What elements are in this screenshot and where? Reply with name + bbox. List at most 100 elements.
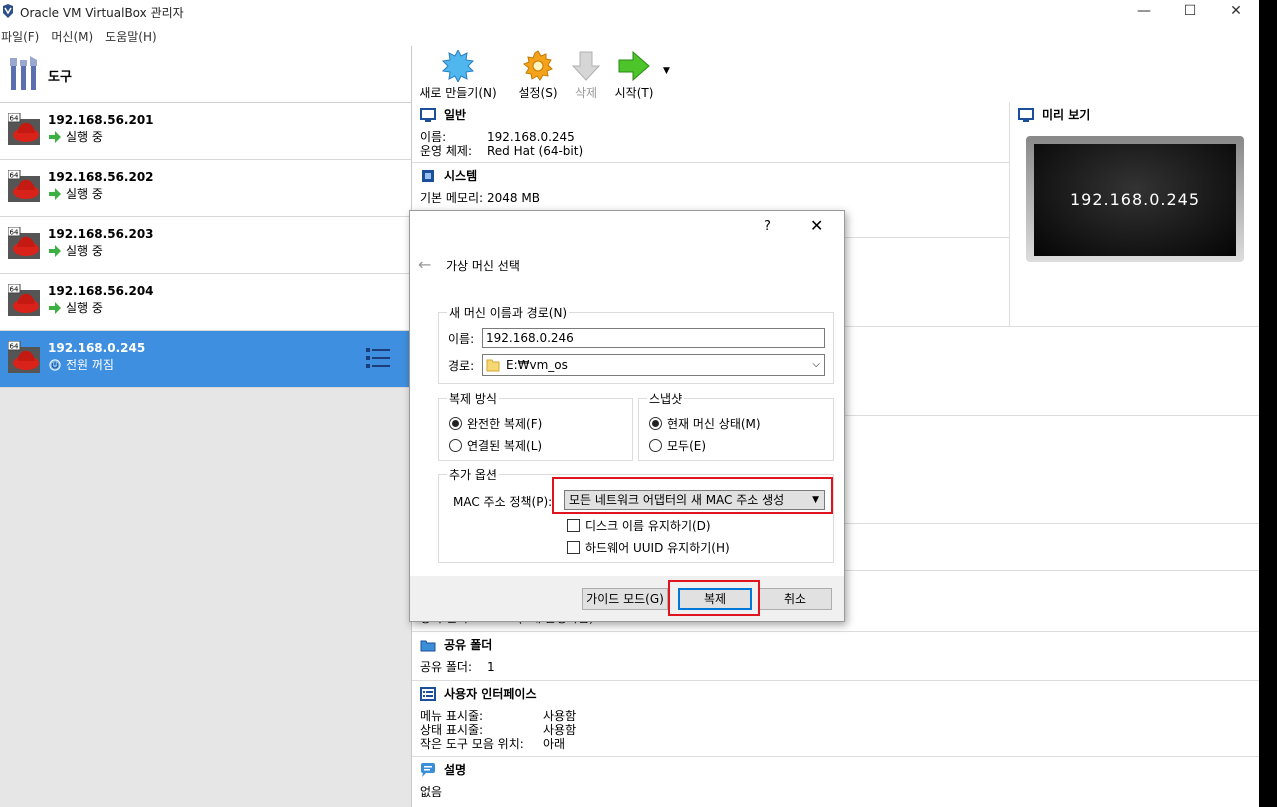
linked-clone-label: 연결된 복제(L) — [467, 439, 543, 453]
statusbar-value: 사용함 — [543, 723, 577, 737]
name-label: 이름: — [448, 332, 475, 346]
keep-disk-names-checkbox[interactable]: 디스크 이름 유지하기(D) — [567, 517, 711, 534]
general-section: 일반 이름: 192.168.0.245 운영 체제: Red Hat (64-bit… — [412, 102, 1009, 163]
everything-radio[interactable]: 모두(E) — [649, 437, 706, 454]
gear-icon — [523, 50, 553, 81]
running-arrow-icon — [49, 302, 61, 314]
window-title: Oracle VM VirtualBox 관리자 — [20, 6, 184, 20]
mini-toolbar-key: 작은 도구 모음 위치: — [420, 737, 524, 751]
new-starburst-icon — [442, 50, 474, 82]
guided-mode-button[interactable]: 가이드 모드(G) — [582, 588, 668, 610]
system-title: 시스템 — [444, 169, 478, 183]
shared-folders-header[interactable]: 공유 폴더 — [420, 636, 492, 653]
menu-file[interactable]: 파일(F) — [0, 24, 44, 45]
vm-item[interactable]: 64 192.168.56.202 실행 중 — [0, 160, 411, 217]
start-button[interactable]: 시작(T) — [610, 50, 658, 101]
menu-help[interactable]: 도움말(H) — [104, 24, 162, 45]
vm-state-label: 실행 중 — [66, 130, 103, 144]
clone-button-highlight — [668, 580, 760, 616]
preview-title: 미리 보기 — [1042, 108, 1091, 122]
title-bar: Oracle VM VirtualBox 관리자 — ☐ ✕ — [0, 0, 1259, 24]
new-button[interactable]: 새로 만들기(N) — [418, 50, 498, 101]
help-button[interactable]: ? — [764, 219, 771, 234]
shared-folders-key: 공유 폴더: — [420, 660, 473, 674]
current-state-label: 현재 머신 상태(M) — [667, 417, 761, 431]
close-window-button[interactable]: ✕ — [1213, 0, 1259, 24]
svg-text:64: 64 — [10, 229, 19, 237]
linked-clone-radio[interactable]: 연결된 복제(L) — [449, 437, 542, 454]
vm-name: 192.168.56.201 — [48, 113, 154, 127]
dialog-close-button[interactable]: ✕ — [810, 216, 823, 235]
chevron-down-icon: ⌵ — [812, 359, 820, 370]
user-interface-header[interactable]: 사용자 인터페이스 — [420, 685, 537, 702]
vm-item[interactable]: 64 192.168.56.204 실행 중 — [0, 274, 411, 331]
delete-arrow-icon — [571, 51, 601, 81]
name-input[interactable]: 192.168.0.246 — [482, 328, 825, 348]
full-clone-radio[interactable]: 완전한 복제(F) — [449, 415, 542, 432]
mac-policy-label: MAC 주소 정책(P): — [453, 495, 553, 509]
shared-folders-section: 공유 폴더 공유 폴더: 1 — [412, 632, 1259, 681]
minimize-button[interactable]: — — [1121, 0, 1167, 24]
current-state-radio[interactable]: 현재 머신 상태(M) — [649, 415, 761, 432]
system-header[interactable]: 시스템 — [420, 167, 477, 184]
vm-item-selected[interactable]: 64 192.168.0.245 전원 꺼짐 — [0, 331, 411, 388]
dialog-titlebar: ? ✕ — [410, 211, 844, 243]
vm-state: 실행 중 — [48, 128, 103, 145]
vm-state-label: 실행 중 — [66, 244, 103, 258]
maximize-button[interactable]: ☐ — [1167, 0, 1213, 24]
virtualbox-window: Oracle VM VirtualBox 관리자 — ☐ ✕ 파일(F) 머신(M… — [0, 0, 1259, 807]
preview-screen: 192.168.0.245 — [1026, 136, 1244, 262]
back-arrow-icon[interactable]: ← — [418, 255, 431, 274]
os-key: 운영 체제: — [420, 144, 473, 158]
mini-toolbar-value: 아래 — [543, 737, 566, 751]
dialog-title: 가상 머신 선택 — [446, 259, 520, 273]
chip-icon — [422, 170, 434, 182]
start-label: 시작(T) — [614, 86, 654, 100]
item-menu-icon[interactable] — [366, 347, 390, 369]
vm-state: 전원 꺼짐 — [48, 356, 114, 373]
additional-options-label: 추가 옵션 — [447, 466, 499, 483]
vm-item[interactable]: 64 192.168.56.201 실행 중 — [0, 103, 411, 160]
settings-button[interactable]: 설정(S) — [516, 50, 560, 101]
vm-state-label: 실행 중 — [66, 187, 103, 201]
vm-name: 192.168.56.202 — [48, 170, 154, 184]
general-header[interactable]: 일반 — [420, 106, 466, 123]
keep-uuid-checkbox[interactable]: 하드웨어 UUID 유지하기(H) — [567, 539, 730, 556]
folder-icon — [420, 640, 436, 652]
keep-uuid-label: 하드웨어 UUID 유지하기(H) — [585, 541, 730, 555]
svg-text:64: 64 — [10, 286, 19, 294]
virtualbox-icon — [3, 4, 13, 18]
user-interface-section: 사용자 인터페이스 메뉴 표시줄: 사용함 상태 표시줄: 사용함 작은 도구 모음… — [412, 681, 1259, 757]
ui-window-icon — [420, 687, 436, 701]
running-arrow-icon — [49, 245, 61, 257]
redhat-64-icon: 64 — [8, 284, 40, 316]
menu-machine[interactable]: 머신(M) — [50, 24, 98, 45]
menu-bar: 파일(F) 머신(M) 도움말(H) — [0, 24, 1259, 46]
start-dropdown-arrow-icon[interactable]: ▼ — [663, 66, 670, 76]
mac-policy-highlight — [552, 477, 833, 514]
clone-type-group: 복제 방식 완전한 복제(F) 연결된 복제(L) — [438, 390, 633, 461]
redhat-64-icon: 64 — [8, 341, 40, 373]
everything-label: 모두(E) — [667, 439, 707, 453]
cancel-button[interactable]: 취소 — [758, 588, 832, 610]
ui-kv: 메뉴 표시줄: 사용함 상태 표시줄: 사용함 작은 도구 모음 위치: 아래 — [420, 709, 576, 751]
settings-label: 설정(S) — [518, 86, 558, 100]
delete-button[interactable]: 삭제 — [568, 50, 604, 101]
system-kv: 기본 메모리: 2048 MB — [420, 191, 540, 205]
tools-item[interactable]: 도구 — [0, 46, 411, 103]
vm-state-label: 실행 중 — [66, 301, 103, 315]
statusbar-key: 상태 표시줄: — [420, 723, 484, 737]
new-label: 새로 만들기(N) — [419, 86, 497, 100]
redhat-64-icon: 64 — [8, 113, 40, 145]
vm-item[interactable]: 64 192.168.56.203 실행 중 — [0, 217, 411, 274]
description-header[interactable]: 설명 — [420, 761, 466, 778]
running-arrow-icon — [49, 131, 61, 143]
power-off-icon — [49, 359, 61, 371]
speech-bubble-icon — [421, 763, 435, 777]
memory-value: 2048 MB — [487, 191, 540, 205]
preview-header[interactable]: 미리 보기 — [1018, 106, 1090, 123]
vm-name: 192.168.56.203 — [48, 227, 154, 241]
path-combobox[interactable]: E:₩vm_os ⌵ — [482, 354, 825, 376]
vm-name: 192.168.0.245 — [48, 341, 146, 355]
vm-state: 실행 중 — [48, 242, 103, 259]
